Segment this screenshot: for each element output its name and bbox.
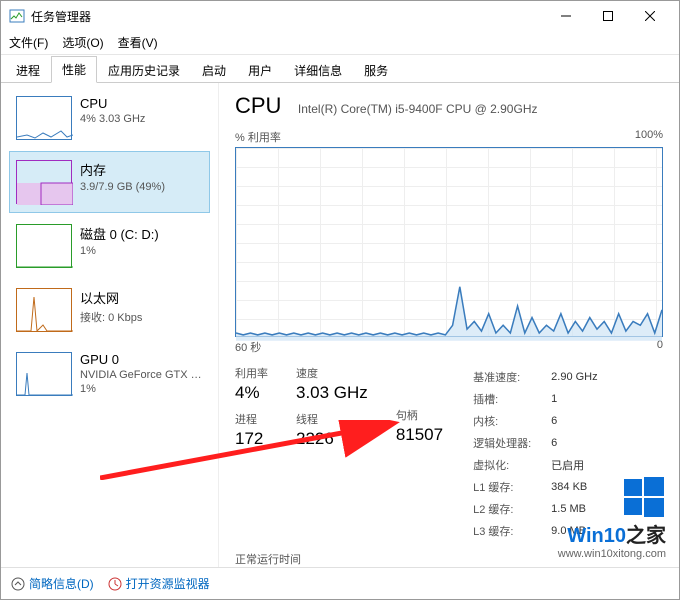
sidebar-disk-label: 磁盘 0 (C: D:) [80, 224, 159, 243]
thread-label: 线程 [296, 411, 368, 427]
tab-history[interactable]: 应用历史记录 [97, 57, 191, 83]
watermark-brand2: 之家 [626, 525, 666, 547]
cpu-graph[interactable] [235, 147, 663, 337]
l2-label: L2 缓存: [473, 499, 549, 519]
lproc-label: 逻辑处理器: [473, 433, 549, 453]
fewer-details-label: 简略信息(D) [29, 575, 94, 592]
watermark: Win10之家 www.win10xitong.com [558, 475, 666, 560]
sidebar-item-cpu[interactable]: CPU 4% 3.03 GHz [9, 87, 210, 149]
util-label: 利用率 [235, 365, 268, 381]
disk-thumb [16, 224, 72, 268]
cpu-thumb [16, 96, 72, 140]
sidebar-eth-sub: 接收: 0 Kbps [80, 309, 142, 325]
maximize-button[interactable] [587, 2, 629, 30]
app-icon [9, 8, 25, 24]
sidebar-item-ethernet[interactable]: 以太网 接收: 0 Kbps [9, 279, 210, 341]
sidebar-gpu-label: GPU 0 [80, 352, 202, 367]
sidebar-item-gpu[interactable]: GPU 0 NVIDIA GeForce GTX … 1% [9, 343, 210, 405]
window-title: 任务管理器 [31, 8, 91, 25]
util-value: 4% [235, 383, 268, 403]
menu-file[interactable]: 文件(F) [9, 34, 48, 51]
thread-value: 2226 [296, 429, 368, 449]
open-resmon-link[interactable]: 打开资源监视器 [108, 575, 210, 592]
core-label: 内核: [473, 411, 549, 431]
tab-startup[interactable]: 启动 [191, 57, 237, 83]
speed-label: 速度 [296, 365, 368, 381]
menu-view[interactable]: 查看(V) [118, 34, 158, 51]
watermark-brand1: Win10 [567, 525, 626, 547]
handles-value: 81507 [396, 425, 443, 445]
graph-label-60s: 60 秒 [235, 339, 261, 355]
tab-performance[interactable]: 性能 [51, 56, 97, 83]
sidebar-disk-sub: 1% [80, 245, 159, 257]
lproc-value: 6 [551, 433, 597, 453]
base-label: 基准速度: [473, 367, 549, 387]
menubar: 文件(F) 选项(O) 查看(V) [1, 31, 679, 55]
titlebar[interactable]: 任务管理器 [1, 1, 679, 31]
l1-label: L1 缓存: [473, 477, 549, 497]
memory-thumb [16, 160, 72, 204]
sidebar-cpu-label: CPU [80, 96, 145, 111]
tab-users[interactable]: 用户 [237, 57, 283, 83]
handles-spacer [396, 365, 443, 377]
sock-label: 插槽: [473, 389, 549, 409]
base-value: 2.90 GHz [551, 367, 597, 387]
sidebar-cpu-sub: 4% 3.03 GHz [80, 113, 145, 125]
sidebar-item-disk[interactable]: 磁盘 0 (C: D:) 1% [9, 215, 210, 277]
proc-label: 进程 [235, 411, 268, 427]
sidebar-memory-label: 内存 [80, 160, 165, 179]
sock-value: 1 [551, 389, 597, 409]
resmon-icon [108, 577, 122, 591]
sidebar-gpu-sub2: 1% [80, 383, 202, 395]
footer: 简略信息(D) 打开资源监视器 [1, 567, 679, 599]
gpu-thumb [16, 352, 72, 396]
handles-label: 句柄 [396, 407, 443, 423]
proc-value: 172 [235, 429, 268, 449]
tab-processes[interactable]: 进程 [5, 57, 51, 83]
eth-thumb [16, 288, 72, 332]
core-value: 6 [551, 411, 597, 431]
sidebar-eth-label: 以太网 [80, 288, 142, 307]
sidebar-item-memory[interactable]: 内存 3.9/7.9 GB (49%) [9, 151, 210, 213]
speed-value: 3.03 GHz [296, 383, 368, 403]
sidebar: CPU 4% 3.03 GHz 内存 3.9/7.9 GB (49%) [1, 83, 219, 567]
handles-spacer2 [396, 379, 443, 399]
page-title: CPU [235, 93, 281, 119]
sidebar-gpu-sub: NVIDIA GeForce GTX … [80, 369, 202, 381]
graph-label-util: % 利用率 [235, 129, 281, 145]
tab-services[interactable]: 服务 [353, 57, 399, 83]
tabstrip: 进程 性能 应用历史记录 启动 用户 详细信息 服务 [1, 55, 679, 83]
sidebar-memory-sub: 3.9/7.9 GB (49%) [80, 181, 165, 193]
open-resmon-label: 打开资源监视器 [126, 575, 210, 592]
minimize-button[interactable] [545, 2, 587, 30]
graph-label-100: 100% [635, 129, 663, 145]
watermark-url: www.win10xitong.com [558, 548, 666, 560]
cpu-model: Intel(R) Core(TM) i5-9400F CPU @ 2.90GHz [298, 102, 538, 116]
graph-label-0: 0 [657, 339, 663, 355]
virt-value: 已启用 [551, 455, 597, 475]
fewer-details-button[interactable]: 简略信息(D) [11, 575, 94, 592]
close-button[interactable] [629, 2, 671, 30]
virt-label: 虚拟化: [473, 455, 549, 475]
chevron-up-icon [11, 577, 25, 591]
l3-label: L3 缓存: [473, 521, 549, 541]
menu-options[interactable]: 选项(O) [62, 34, 103, 51]
windows-logo-icon [558, 475, 666, 519]
tab-details[interactable]: 详细信息 [283, 57, 353, 83]
cpu-chart-svg [236, 148, 662, 341]
